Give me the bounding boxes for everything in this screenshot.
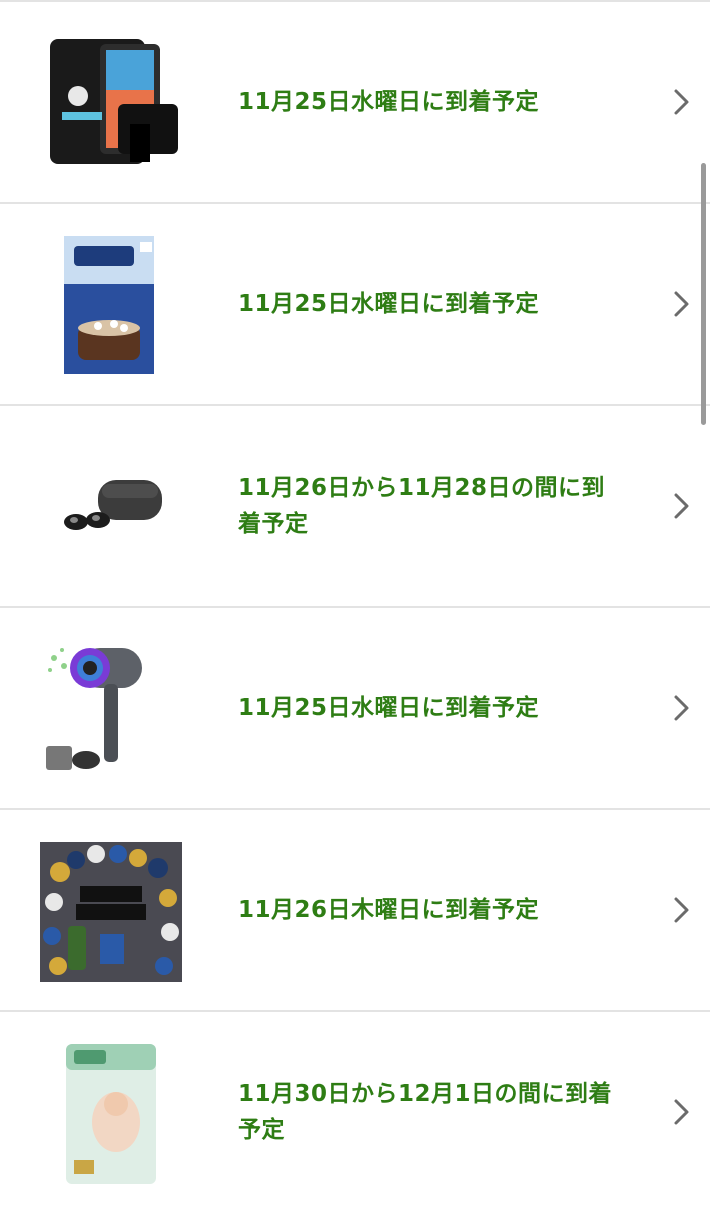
delivery-row[interactable]: 11月25日水曜日に到着予定 (0, 606, 710, 808)
chevron-right-icon[interactable] (672, 1098, 692, 1126)
tablet-case-icon (40, 34, 182, 174)
chevron-right-icon[interactable] (672, 694, 692, 722)
delivery-row[interactable]: 11月26日から11月28日の間に到着予定 (0, 404, 710, 606)
delivery-date-label: 11月26日から11月28日の間に到着予定 (238, 475, 606, 537)
cocoa-box-icon (40, 236, 182, 376)
delivery-row[interactable]: 11月25日水曜日に到着予定 (0, 202, 710, 404)
hair-dryer-icon (40, 640, 182, 780)
diaper-pack-icon (40, 1044, 182, 1184)
delivery-date-label: 11月25日水曜日に到着予定 (238, 695, 540, 721)
delivery-row[interactable]: 11月26日木曜日に到着予定 (0, 808, 710, 1010)
delivery-date-label: 11月26日木曜日に到着予定 (238, 897, 540, 923)
delivery-row[interactable]: 11月25日水曜日に到着予定 (0, 0, 710, 202)
delivery-date-label: 11月30日から12月1日の間に到着予定 (238, 1081, 613, 1143)
delivery-row[interactable]: 11月30日から12月1日の間に到着予定 (0, 1010, 710, 1212)
chevron-right-icon[interactable] (672, 290, 692, 318)
delivery-date-label: 11月25日水曜日に到着予定 (238, 291, 540, 317)
earbuds-icon (40, 438, 182, 578)
delivery-date-label: 11月25日水曜日に到着予定 (238, 89, 540, 115)
chevron-right-icon[interactable] (672, 896, 692, 924)
scrollbar[interactable] (701, 163, 706, 425)
chevron-right-icon[interactable] (672, 88, 692, 116)
balloon-decoration-icon (40, 842, 182, 982)
delivery-list: 11月25日水曜日に到着予定 11月25日水曜日に到着予定 11月26日から11… (0, 0, 710, 1212)
chevron-right-icon[interactable] (672, 492, 692, 520)
